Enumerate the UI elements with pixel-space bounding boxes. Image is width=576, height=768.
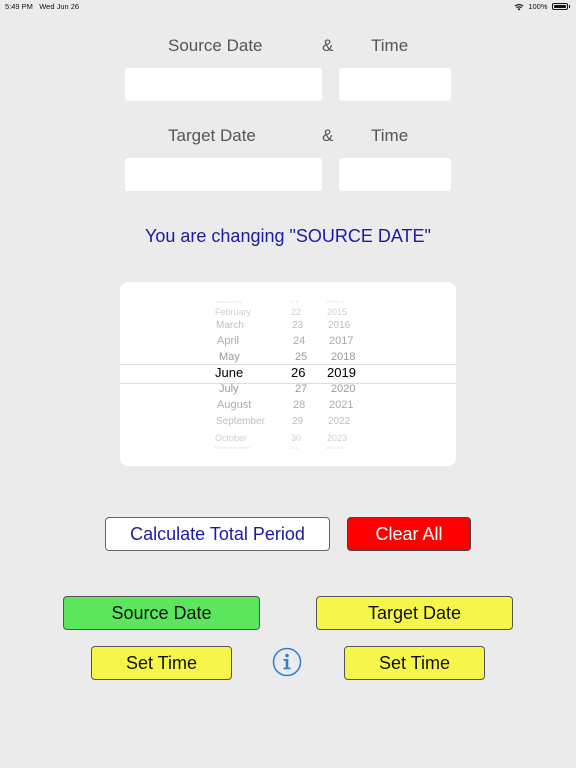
picker-month-option[interactable]: October [215,432,247,444]
picker-month-option[interactable]: March [216,320,244,332]
picker-day-option[interactable]: 27 [295,383,307,395]
target-time-label: Time [371,126,409,145]
picker-month-option[interactable]: November [214,445,251,451]
picker-month-option[interactable]: September [216,416,265,428]
status-date: Wed Jun 26 [39,2,80,11]
status-right: 100% [514,2,570,11]
source-date-label: Source Date [168,36,263,55]
picker-year-option[interactable]: 2018 [331,351,355,363]
picker-year-option[interactable]: 2019 [327,366,356,380]
target-date-button[interactable]: Target Date [316,596,513,630]
source-amp-label: & [322,36,334,55]
target-amp-label: & [322,126,334,145]
target-date-field[interactable] [125,158,322,191]
set-time-right-button[interactable]: Set Time [344,646,485,680]
picker-month-option[interactable]: January [214,299,242,305]
source-date-field[interactable] [125,68,322,101]
picker-day-option[interactable]: 28 [293,399,305,411]
status-time: 5:49 PM [5,2,33,11]
picker-day-option[interactable]: 26 [291,366,305,380]
picker-day-option[interactable]: 24 [293,335,305,347]
wifi-icon [514,3,524,10]
picker-month-option[interactable]: May [219,351,240,363]
picker-month-option[interactable]: April [217,335,239,347]
info-circle-icon[interactable] [272,647,302,677]
picker-year-option[interactable]: 2023 [327,432,347,444]
battery-percent: 100% [528,2,548,11]
battery-icon [551,3,568,10]
picker-selection-top-line [120,364,456,365]
picker-year-option[interactable]: 2017 [329,335,353,347]
picker-year-option[interactable]: 2015 [327,306,347,318]
picker-day-option[interactable]: 30 [291,432,301,444]
source-time-label: Time [371,36,409,55]
picker-year-option[interactable]: 2022 [328,416,350,428]
clear-all-button[interactable]: Clear All [347,517,471,551]
changing-message: You are changing "SOURCE DATE" [145,226,431,246]
picker-year-option[interactable]: 2024 [326,445,344,451]
date-picker[interactable]: January February March April May June July Augu… [120,282,456,466]
picker-month-option[interactable]: July [219,383,239,395]
calculate-total-period-button[interactable]: Calculate Total Period [105,517,330,551]
picker-day-option[interactable]: 23 [292,320,303,332]
picker-month-option[interactable]: February [215,306,251,318]
target-date-label: Target Date [168,126,256,145]
status-time-date: 5:49 PM Wed Jun 26 [5,2,79,11]
target-time-field[interactable] [339,158,451,191]
picker-day-option[interactable]: 31 [290,445,299,451]
picker-day-option[interactable]: 22 [291,306,301,318]
picker-month-option[interactable]: June [215,366,243,380]
picker-day-option[interactable]: 29 [292,416,303,428]
picker-year-option[interactable]: 2016 [328,320,350,332]
picker-day-option[interactable]: 25 [295,351,307,363]
source-time-field[interactable] [339,68,451,101]
picker-month-option[interactable]: August [217,399,251,411]
picker-day-option[interactable]: 21 [290,299,299,305]
source-date-button[interactable]: Source Date [63,596,260,630]
picker-year-option[interactable]: 2014 [326,299,344,305]
picker-selection-bottom-line [120,383,456,384]
picker-year-option[interactable]: 2021 [329,399,353,411]
picker-year-option[interactable]: 2020 [331,383,355,395]
set-time-left-button[interactable]: Set Time [91,646,232,680]
